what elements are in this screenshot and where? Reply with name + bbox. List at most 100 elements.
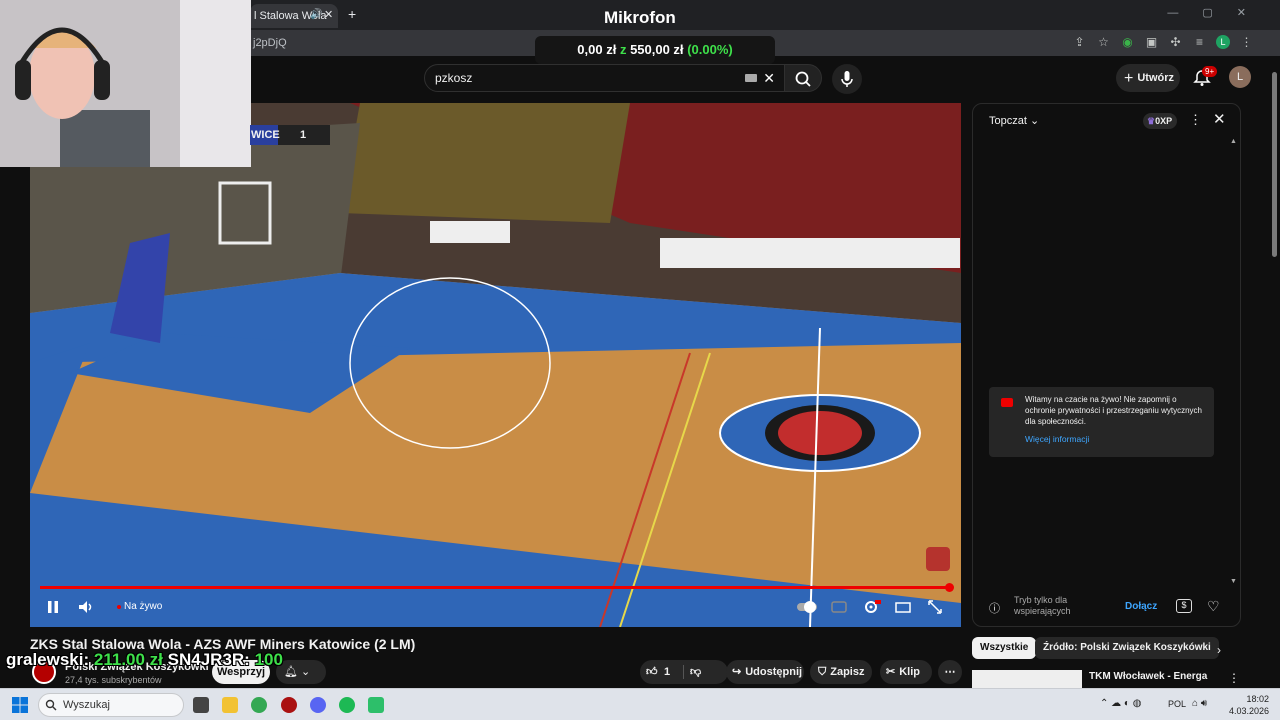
related-video-thumbnail[interactable] [972,670,1082,688]
save-button[interactable]: ⛉ Zapisz [810,660,872,684]
close-chat-icon[interactable]: ✕ [1213,110,1226,128]
close-tab-icon[interactable]: ✕ [324,8,333,21]
extension-icon[interactable]: ▣ [1144,35,1159,51]
network-volume-icons[interactable]: ⌂ 🔊︎ [1192,698,1207,709]
volume-icon[interactable] [75,598,97,616]
chip-source[interactable]: Źródło: Polski Związek Koszykówki [1035,637,1219,659]
search-input[interactable]: pzkosz ✕ [424,64,786,92]
youtube-logo-icon [1001,398,1013,407]
url-text[interactable]: j2pDjQ [253,37,287,49]
clear-search-icon[interactable]: ✕ [763,70,775,87]
join-button[interactable]: Dołącz [1125,601,1157,612]
clip-button[interactable]: ✂ Klip [880,660,932,684]
profile-icon[interactable]: L [1216,35,1230,49]
streamer-webcam-image [0,0,251,167]
search-button[interactable] [784,64,822,92]
autoplay-toggle-icon[interactable] [796,598,818,616]
xp-badge[interactable]: ♛0XP [1143,113,1177,129]
task-view-icon[interactable] [193,697,209,713]
fullscreen-icon[interactable] [924,598,946,616]
chevron-right-icon[interactable]: › [1217,643,1221,657]
thumbs-down-icon[interactable]: 👎︎ [690,660,701,684]
chat-mode-label: Topczat [989,115,1027,127]
donor-ticker: gralewski: 211.00 zł SN4JR3R: 100 [6,650,283,670]
channel-watermark-logo [926,547,950,571]
donor-name: gralewski: [6,650,90,669]
donation-goal-bar: 0,00 zł z 550,00 zł (0.00%) [535,36,775,64]
browser-toolbar-icons: ⇪ ☆ ◉ ▣ ✣ ≡ L ⋮ [1072,35,1254,51]
thumbs-up-icon: 👍︎ [646,666,658,678]
subscriber-count: 27,4 tys. subskrybentów [65,675,162,685]
app-icon[interactable] [281,697,297,713]
extensions-puzzle-icon[interactable]: ✣ [1168,35,1183,51]
super-chat-icon[interactable]: $ [1176,599,1192,613]
create-button[interactable]: + Utwórz [1116,64,1180,92]
score-team: WICE [250,125,280,145]
share-icon: ↪ [732,666,742,678]
subscription-bell-button[interactable]: 🔔︎ ⌄ [276,660,326,684]
donor-amount-2: 100 [254,650,283,669]
bookmark-icon: ⛉ [818,666,827,678]
notifications-badge: 9+ [1202,66,1218,77]
clock-time[interactable]: 18:02 [1235,694,1269,704]
page-scrollbar-thumb[interactable] [1272,72,1277,257]
progress-bar[interactable] [40,586,949,589]
windows-start-icon[interactable] [12,697,28,713]
goal-current: 0,00 zł [577,42,617,57]
members-only-line-1: Tryb tylko dla [1014,595,1068,605]
like-divider [683,665,684,679]
speaker-icon[interactable]: 🔊 [310,9,322,20]
heart-icon[interactable]: ♡ [1207,598,1220,615]
window-controls[interactable]: —▢✕ [1167,6,1270,19]
system-tray-icons[interactable]: ⌃ ☁ ◐ ◍ [1100,698,1141,709]
theater-mode-icon[interactable] [892,598,914,616]
new-tab-icon[interactable]: + [348,6,356,22]
save-label: Zapisz [830,666,865,678]
browser-menu-icon[interactable]: ⋮ [1239,35,1254,51]
chrome-icon[interactable] [251,697,267,713]
like-count: 1 [664,666,671,678]
browser-tab[interactable]: l Stalowa Wola 🔊 ✕ [250,4,338,28]
settings-gear-icon[interactable] [860,598,882,616]
scroll-up-icon[interactable]: ▲ [1230,138,1237,145]
more-info-link[interactable]: Więcej informacji [1025,434,1089,444]
chip-all[interactable]: Wszystkie [972,637,1037,659]
clock-date[interactable]: 4.03.2026 [1225,706,1269,716]
app-icon-green[interactable] [368,697,384,713]
reading-list-icon[interactable]: ≡ [1192,35,1207,51]
related-video-menu-icon[interactable]: ⋮ [1228,671,1240,685]
microphone-icon [841,71,853,87]
scoreboard: WICE 1 [250,125,330,145]
install-icon[interactable]: ⇪ [1072,35,1087,51]
webcam-overlay [0,0,251,167]
user-avatar[interactable]: L [1229,66,1251,88]
scroll-down-icon[interactable]: ▼ [1230,578,1237,585]
extension-icon[interactable]: ◉ [1120,35,1135,51]
bookmark-star-icon[interactable]: ☆ [1096,35,1111,51]
chat-mode-dropdown[interactable]: Topczat ⌄ [989,114,1039,127]
info-icon[interactable]: ⓘ [989,600,1000,616]
more-actions-icon[interactable]: ⋯ [938,660,962,684]
search-icon [795,71,811,87]
related-video-title[interactable]: TKM Włocławek - Energa [1089,671,1207,682]
share-button[interactable]: ↪ Udostępnij [726,660,804,684]
taskbar-search[interactable]: Wyszukaj [38,693,184,717]
video-player[interactable] [30,103,961,627]
file-explorer-icon[interactable] [222,697,238,713]
search-value[interactable]: pzkosz [435,71,472,85]
live-label[interactable]: Na żywo [124,601,162,612]
like-button[interactable]: 👍︎ 1 👎︎ [640,660,728,684]
chevron-down-icon: ⌄ [301,666,311,678]
keyboard-icon[interactable] [745,74,757,82]
language-indicator[interactable]: POL [1168,699,1186,709]
subtitles-icon[interactable] [828,598,850,616]
progress-scrubber[interactable] [945,583,954,592]
live-chat-panel: Topczat ⌄ ♛0XP ⋮ ✕ ▲ ▼ Witamy na czacie … [972,103,1241,627]
spotify-icon[interactable] [339,697,355,713]
chat-welcome-message: Witamy na czacie na żywo! Nie zapomnij o… [989,387,1214,457]
mic-overlay-label: Mikrofon [604,8,676,27]
pause-icon[interactable] [42,598,64,616]
chat-menu-icon[interactable]: ⋮ [1189,112,1202,128]
discord-icon[interactable] [310,697,326,713]
voice-search-button[interactable] [832,64,862,94]
